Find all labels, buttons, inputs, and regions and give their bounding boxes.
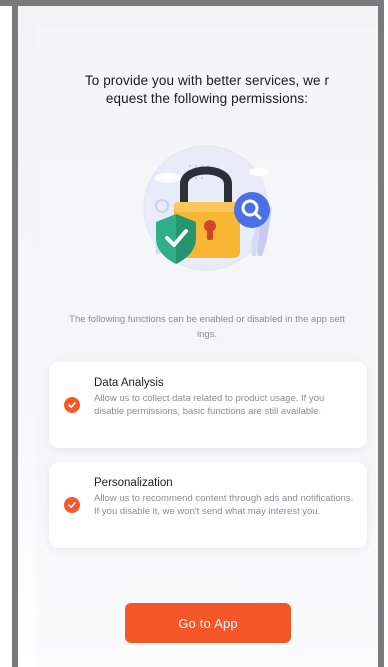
app-window: To provide you with better services, we …	[0, 0, 388, 667]
go-to-app-button[interactable]: Go to App	[125, 603, 291, 643]
window-edge	[384, 0, 388, 667]
subtitle-line-1: The following functions can be enabled o…	[69, 314, 345, 325]
permission-title: Personalization	[94, 477, 173, 489]
page-title: To provide you with better services, we …	[36, 72, 378, 108]
permissions-dialog: To provide you with better services, we …	[36, 26, 378, 667]
check-circle-icon[interactable]	[64, 497, 80, 513]
permission-description: Allow us to recommend content through ad…	[94, 493, 354, 517]
permission-card-personalization[interactable]: Personalization Allow us to recommend co…	[49, 462, 367, 548]
lock-with-shield-and-magnifier-icon	[126, 126, 286, 276]
permission-title: Data Analysis	[94, 377, 164, 389]
permission-card-data-analysis[interactable]: Data Analysis Allow us to collect data r…	[49, 362, 367, 448]
permission-description: Allow us to collect data related to prod…	[94, 393, 325, 417]
settings-hint-text: The following functions can be enabled o…	[36, 312, 378, 342]
check-circle-icon[interactable]	[64, 397, 80, 413]
title-line-2: equest the following permissions:	[105, 91, 309, 106]
phone-screen: To provide you with better services, we …	[18, 6, 378, 667]
title-line-1: To provide you with better services, we …	[84, 73, 330, 88]
subtitle-line-2: ings.	[196, 329, 218, 340]
